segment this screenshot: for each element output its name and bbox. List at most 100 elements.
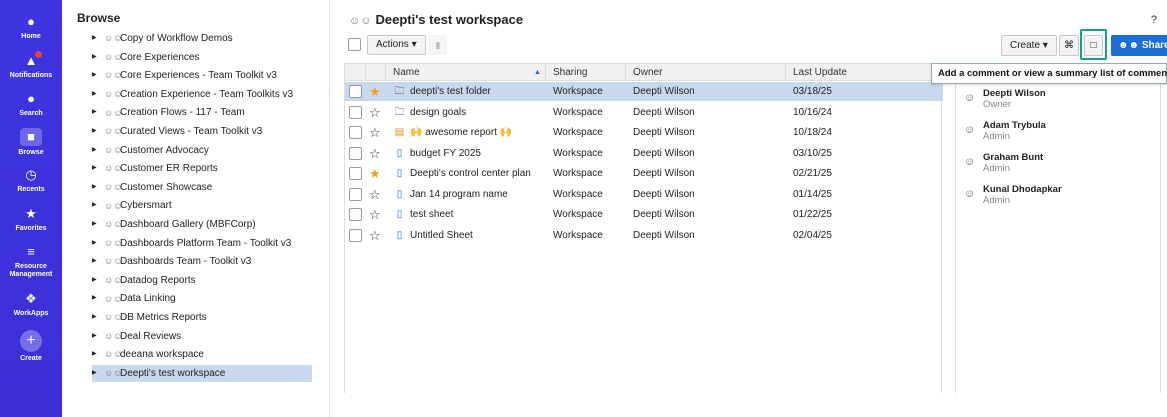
expand-arrow-icon[interactable]: ▶ [92,30,104,47]
actions-button[interactable]: Actions ▾ [367,35,426,55]
column-last-update-header[interactable]: Last Update [793,64,847,81]
expand-arrow-icon[interactable]: ▶ [92,179,104,196]
expand-arrow-icon[interactable]: ▶ [92,160,104,177]
tree-item[interactable]: ▶ ☺☺Copy of Workflow Demos [92,30,312,47]
row-checkbox[interactable] [349,126,362,139]
nav-search[interactable]: ● Search [0,91,62,118]
expand-arrow-icon[interactable]: ▶ [92,67,104,84]
row-name[interactable]: ▯ Untitled Sheet [393,226,473,245]
expand-arrow-icon[interactable]: ▶ [92,309,104,326]
nav-favorites[interactable]: ★ Favorites [0,206,62,233]
tree-item[interactable]: ▶ ☺☺Datadog Reports [92,272,312,289]
table-row[interactable]: ☆ 🗀 design goals Workspace Deepti Wilson 10/1… [345,103,943,122]
nav-create[interactable]: + Create [0,330,62,363]
workspace-icon: ☺☺ [104,33,123,44]
favorite-star-icon[interactable]: ★ [369,164,381,183]
favorite-star-icon[interactable]: ☆ [369,144,381,163]
tree-item[interactable]: ▶ ☺☺Deepti's test workspace [92,364,312,382]
nav-notifications[interactable]: ▲ Notifications [0,51,62,80]
row-name[interactable]: ▯ Deepti's control center plan [393,164,531,183]
tree-item[interactable]: ▶ ☺☺Cybersmart [92,197,312,214]
expand-arrow-icon[interactable]: ▶ [92,253,104,270]
help-button[interactable]: ? [1151,14,1157,26]
table-row[interactable]: ☆ ▯ Jan 14 program name Workspace Deepti Wil… [345,185,943,204]
table-row[interactable]: ☆ ▤ 🙌 awesome report 🙌 Workspace Deepti Wils… [345,123,943,142]
row-checkbox[interactable] [349,187,362,201]
favorite-star-icon[interactable]: ☆ [369,205,381,224]
tree-item[interactable]: ▶ ☺☺Creation Flows - 117 - Team [92,104,312,121]
row-name[interactable]: 🗀 design goals [393,103,467,122]
share-label: Share [1141,40,1167,51]
tree-item[interactable]: ▶ ☺☺Creation Experience - Team Toolkits v… [92,86,312,103]
expand-arrow-icon[interactable]: ▶ [92,365,104,382]
tree-item[interactable]: ▶ ☺☺Dashboard Gallery (MBFCorp) [92,216,312,233]
row-name[interactable]: ▯ budget FY 2025 [393,144,481,163]
tree-item[interactable]: ▶ ☺☺Customer Advocacy [92,142,312,159]
favorite-star-icon[interactable]: ☆ [369,123,381,142]
column-owner-header[interactable]: Owner [633,64,662,81]
expand-arrow-icon[interactable]: ▶ [92,328,104,345]
tree-item[interactable]: ▶ ☺☺Dashboards Team - Toolkit v3 [92,253,312,270]
row-checkbox[interactable] [349,146,362,160]
table-row[interactable]: ★ 🗀 deepti's test folder Workspace Deepti Wi… [345,82,943,101]
row-checkbox[interactable] [349,208,362,221]
nav-browse[interactable]: ■ Browse [0,128,62,157]
tree-item[interactable]: ▶ ☺☺Deal Reviews [92,328,312,345]
nav-home[interactable]: ● Home [0,14,62,41]
tree-item[interactable]: ▶ ☺☺Customer Showcase [92,179,312,196]
column-sharing-header[interactable]: Sharing [553,64,587,81]
row-checkbox[interactable] [349,85,362,98]
tree-item[interactable]: ▶ ☺☺deeana workspace [92,346,312,363]
workspace-icon: ☺☺ [104,51,123,62]
row-name[interactable]: ▤ 🙌 awesome report 🙌 [393,123,512,142]
expand-arrow-icon[interactable]: ▶ [92,216,104,233]
expand-arrow-icon[interactable]: ▶ [92,272,104,289]
expand-arrow-icon[interactable]: ▶ [92,290,104,307]
expand-arrow-icon[interactable]: ▶ [92,197,104,214]
row-name[interactable]: ▯ Jan 14 program name [393,185,508,204]
table-row[interactable]: ★ ▯ Deepti's control center plan Workspace D… [345,164,943,183]
tree-item-label: Creation Flows - 117 - Team [120,107,245,119]
tree-item[interactable]: ▶ ☺☺Dashboards Platform Team - Toolkit v3 [92,235,312,252]
tree-item[interactable]: ▶ ☺☺Customer ER Reports [92,160,312,177]
column-name-header[interactable]: Name [393,64,420,81]
expand-arrow-icon[interactable]: ▶ [92,123,104,140]
tree-item[interactable]: ▶ ☺☺Curated Views - Team Toolkit v3 [92,123,312,140]
member-role: Owner [983,99,1011,110]
delete-button[interactable]: ▮ [429,35,447,55]
favorite-star-icon[interactable]: ☆ [369,185,381,204]
row-name[interactable]: ▯ test sheet [393,205,454,224]
row-owner: Deepti Wilson [633,147,695,159]
table-row[interactable]: ☆ ▯ budget FY 2025 Workspace Deepti Wilson 03… [345,144,943,163]
share-button[interactable]: ☻☻ Share [1111,35,1167,56]
expand-arrow-icon[interactable]: ▶ [92,86,104,103]
nav-resource-management[interactable]: ≡ Resource Management [0,244,62,279]
comments-button[interactable]: □ [1084,35,1103,56]
expand-arrow-icon[interactable]: ▶ [92,49,104,66]
nav-workapps[interactable]: ❖ WorkApps [0,291,62,318]
tree-item[interactable]: ▶ ☺☺Core Experiences - Team Toolkit v3 [92,67,312,84]
user-icon: ☺ [964,156,976,168]
row-checkbox[interactable] [349,167,362,180]
expand-arrow-icon[interactable]: ▶ [92,104,104,121]
attachments-button[interactable]: ⌘ [1059,35,1079,56]
row-name[interactable]: 🗀 deepti's test folder [393,82,491,101]
row-checkbox[interactable] [349,228,362,242]
row-last-update: 01/14/25 [793,188,832,200]
favorite-star-icon[interactable]: ☆ [369,226,381,245]
tree-item[interactable]: ▶ ☺☺DB Metrics Reports [92,309,312,326]
favorite-star-icon[interactable]: ☆ [369,103,381,122]
row-checkbox[interactable] [349,105,362,119]
table-row[interactable]: ☆ ▯ Untitled Sheet Workspace Deepti Wilson 02… [345,226,943,245]
create-button[interactable]: Create ▾ [1001,35,1057,56]
tree-item[interactable]: ▶ ☺☺Data Linking [92,290,312,307]
tree-item[interactable]: ▶ ☺☺Core Experiences [92,49,312,66]
expand-arrow-icon[interactable]: ▶ [92,142,104,159]
expand-arrow-icon[interactable]: ▶ [92,346,104,363]
favorite-star-icon[interactable]: ★ [369,82,381,101]
expand-arrow-icon[interactable]: ▶ [92,235,104,252]
select-all-checkbox[interactable] [348,38,361,51]
nav-recents[interactable]: ◷ Recents [0,167,62,194]
table-row[interactable]: ☆ ▯ test sheet Workspace Deepti Wilson 01/22/… [345,205,943,224]
tree-item-label: Deal Reviews [120,330,182,342]
